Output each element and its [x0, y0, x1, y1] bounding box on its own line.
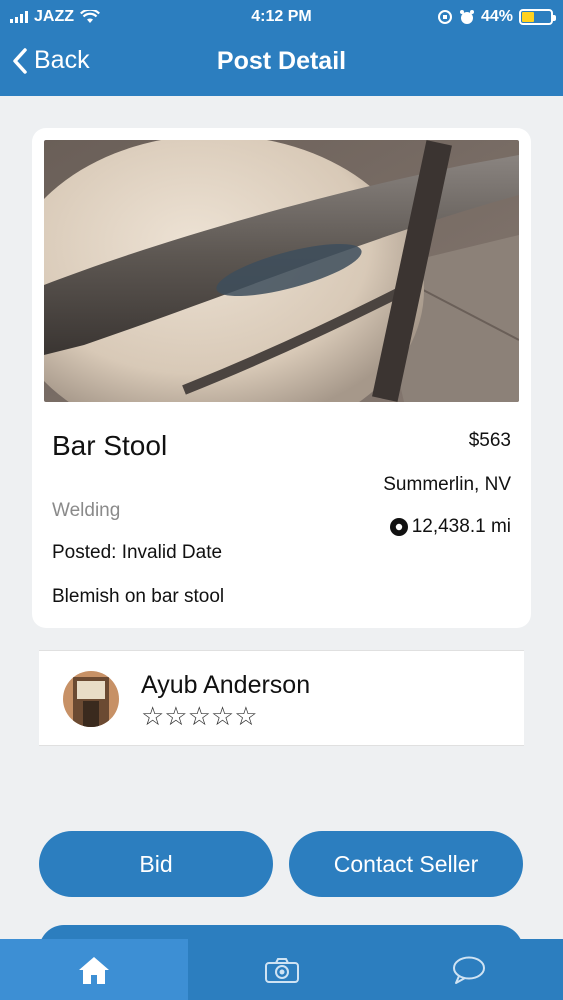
- post-price: $563: [468, 430, 511, 451]
- post-card: Bar Stool $563 Summerlin, NV Welding 12,…: [32, 128, 531, 628]
- post-category: Welding: [52, 500, 121, 521]
- header: JAZZ 4:12 PM 44% Back Post Detail: [0, 0, 563, 96]
- battery-percent: 44%: [480, 8, 513, 25]
- post-description: Blemish on bar stool: [52, 586, 225, 607]
- page-title: Post Detail: [216, 47, 347, 75]
- avatar[interactable]: [63, 671, 119, 727]
- contact-seller-button[interactable]: Contact Seller: [289, 831, 523, 897]
- post-date: Posted: Invalid Date: [52, 542, 223, 563]
- post-title: Bar Stool: [52, 430, 168, 461]
- post-distance: 12,438.1 mi: [389, 516, 511, 538]
- distance-value: 12,438.1 mi: [411, 516, 511, 537]
- post-photo[interactable]: [44, 140, 519, 402]
- seller-card[interactable]: Ayub Anderson ☆☆☆☆☆: [39, 650, 524, 746]
- camera-icon: [264, 957, 299, 983]
- location-pin-icon: [389, 518, 408, 536]
- battery-icon: [519, 9, 556, 25]
- tab-home[interactable]: [0, 939, 188, 1000]
- chat-icon: [453, 956, 486, 984]
- tab-camera[interactable]: [188, 939, 376, 1000]
- seller-name: Ayub Anderson: [141, 671, 311, 699]
- bid-button[interactable]: Bid: [39, 831, 273, 897]
- status-bar: JAZZ 4:12 PM 44%: [0, 0, 563, 34]
- tab-bar: [0, 939, 563, 1000]
- rating-stars: ☆☆☆☆☆: [141, 701, 258, 731]
- orientation-lock-icon: [437, 10, 452, 24]
- alarm-icon: [459, 10, 474, 24]
- post-location: Summerlin, NV: [383, 474, 511, 495]
- home-icon: [78, 956, 109, 984]
- tab-messages[interactable]: [375, 939, 563, 1000]
